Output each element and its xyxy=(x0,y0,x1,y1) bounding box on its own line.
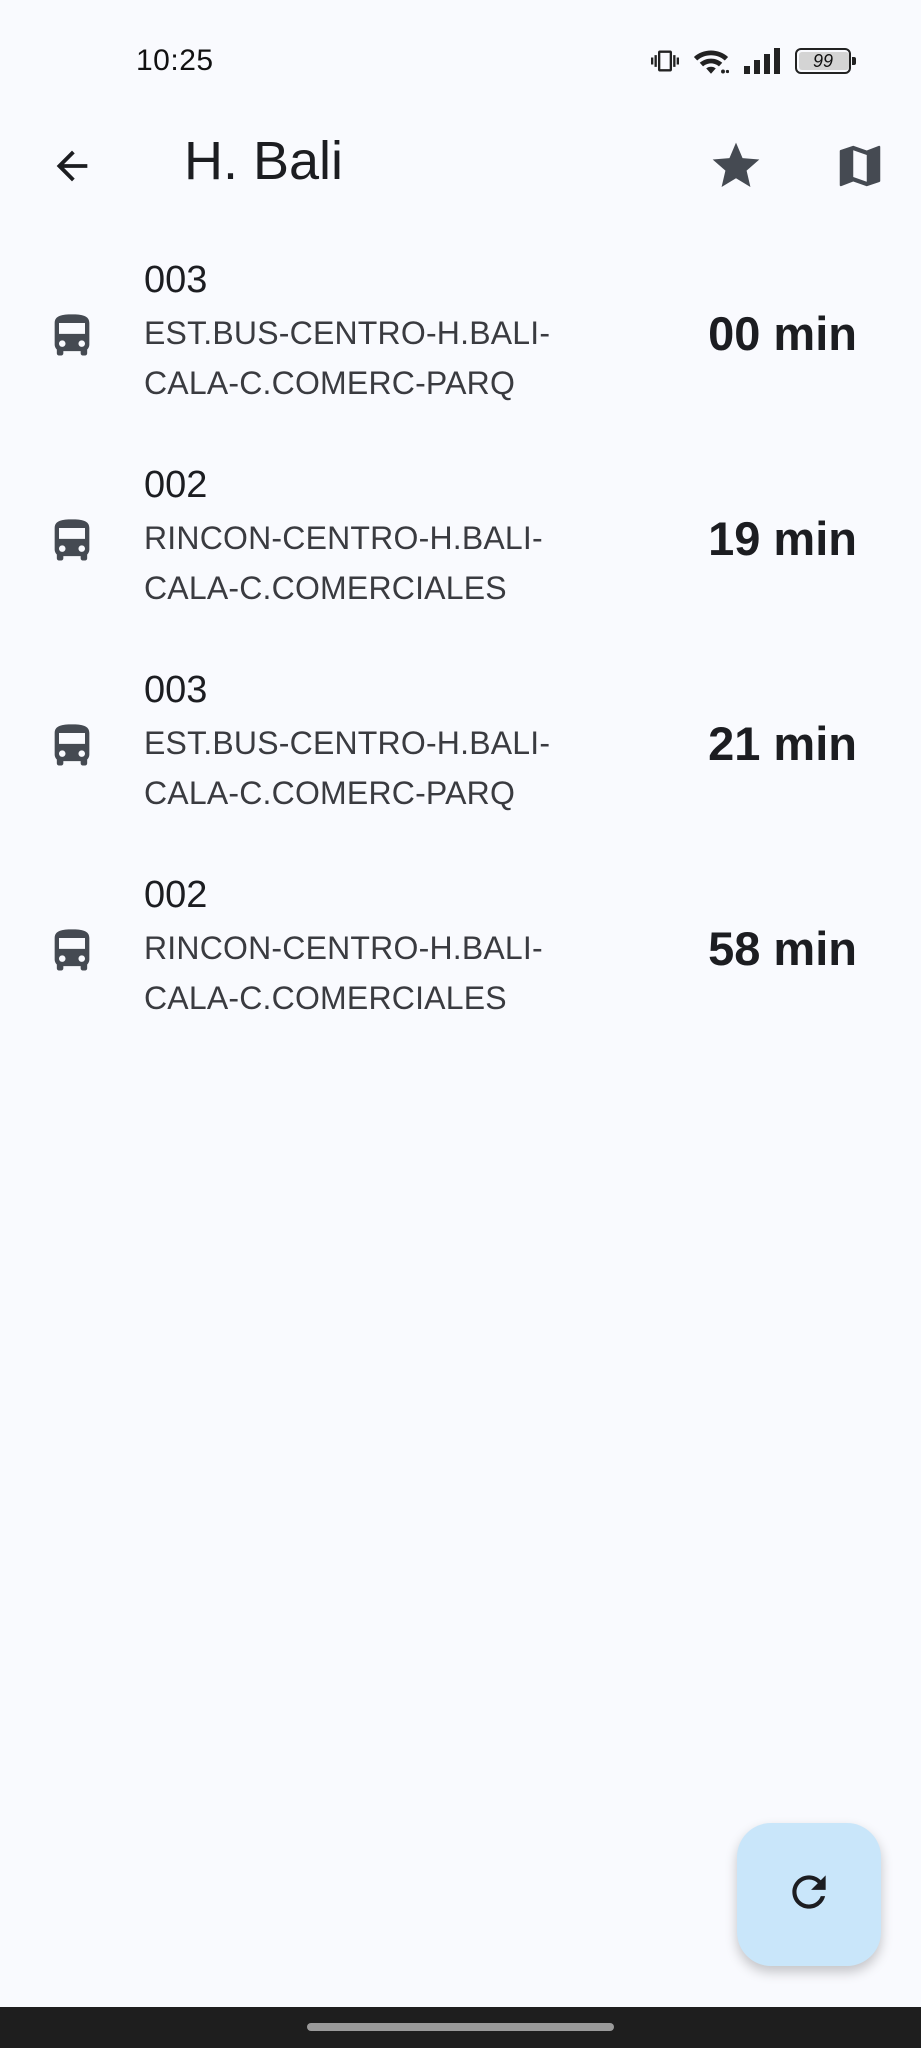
battery-level: 99 xyxy=(812,50,834,71)
bus-icon xyxy=(46,513,98,569)
bus-icon xyxy=(46,308,98,364)
refresh-icon xyxy=(784,1867,834,1922)
star-icon xyxy=(708,138,764,199)
map-button[interactable] xyxy=(824,132,896,204)
eta: 19 min xyxy=(708,512,857,565)
battery-icon: 99 xyxy=(795,48,856,74)
signal-icon xyxy=(743,47,781,75)
status-time: 10:25 xyxy=(136,44,214,77)
route-number: 002 xyxy=(144,464,208,506)
route-name-line2: CALA-C.COMERC-PARQ xyxy=(144,775,516,811)
home-indicator[interactable] xyxy=(307,2023,614,2031)
route-name-line1: RINCON-CENTRO-H.BALI- xyxy=(144,930,543,966)
app-bar: H. Bali xyxy=(0,110,921,215)
arrival-item[interactable]: 002 RINCON-CENTRO-H.BALI- CALA-C.COMERCI… xyxy=(0,457,921,662)
route-info: 002 RINCON-CENTRO-H.BALI- CALA-C.COMERCI… xyxy=(144,457,604,613)
route-number: 003 xyxy=(144,259,208,301)
arrival-item[interactable]: 003 EST.BUS-CENTRO-H.BALI- CALA-C.COMERC… xyxy=(0,252,921,457)
route-name-line2: CALA-C.COMERC-PARQ xyxy=(144,365,516,401)
eta: 21 min xyxy=(708,717,857,770)
eta: 00 min xyxy=(708,307,857,360)
favorite-button[interactable] xyxy=(700,132,772,204)
bus-icon xyxy=(46,718,98,774)
route-name-line2: CALA-C.COMERCIALES xyxy=(144,570,507,606)
route-name-line1: EST.BUS-CENTRO-H.BALI- xyxy=(144,725,551,761)
route-name-line1: RINCON-CENTRO-H.BALI- xyxy=(144,520,543,556)
status-icons: 99 xyxy=(651,46,856,76)
vibrate-icon xyxy=(651,47,679,75)
route-info: 003 EST.BUS-CENTRO-H.BALI- CALA-C.COMERC… xyxy=(144,252,604,408)
back-arrow-icon xyxy=(49,143,95,194)
screen: 10:25 99 H. Bali 003 EST.BUS-CENTRO-H.BA… xyxy=(0,0,921,2048)
back-button[interactable] xyxy=(36,132,108,204)
route-info: 002 RINCON-CENTRO-H.BALI- CALA-C.COMERCI… xyxy=(144,867,604,1023)
route-name-line1: EST.BUS-CENTRO-H.BALI- xyxy=(144,315,551,351)
bus-icon xyxy=(46,923,98,979)
wifi-icon xyxy=(693,46,729,76)
eta: 58 min xyxy=(708,922,857,975)
navigation-bar xyxy=(0,2007,921,2048)
route-info: 003 EST.BUS-CENTRO-H.BALI- CALA-C.COMERC… xyxy=(144,662,604,818)
arrival-list: 003 EST.BUS-CENTRO-H.BALI- CALA-C.COMERC… xyxy=(0,252,921,1072)
page-title: H. Bali xyxy=(184,131,344,191)
route-number: 002 xyxy=(144,874,208,916)
arrival-item[interactable]: 003 EST.BUS-CENTRO-H.BALI- CALA-C.COMERC… xyxy=(0,662,921,867)
route-name-line2: CALA-C.COMERCIALES xyxy=(144,980,507,1016)
map-icon xyxy=(833,139,887,198)
status-bar: 10:25 99 xyxy=(0,0,921,120)
route-number: 003 xyxy=(144,669,208,711)
refresh-button[interactable] xyxy=(737,1823,881,1966)
arrival-item[interactable]: 002 RINCON-CENTRO-H.BALI- CALA-C.COMERCI… xyxy=(0,867,921,1072)
